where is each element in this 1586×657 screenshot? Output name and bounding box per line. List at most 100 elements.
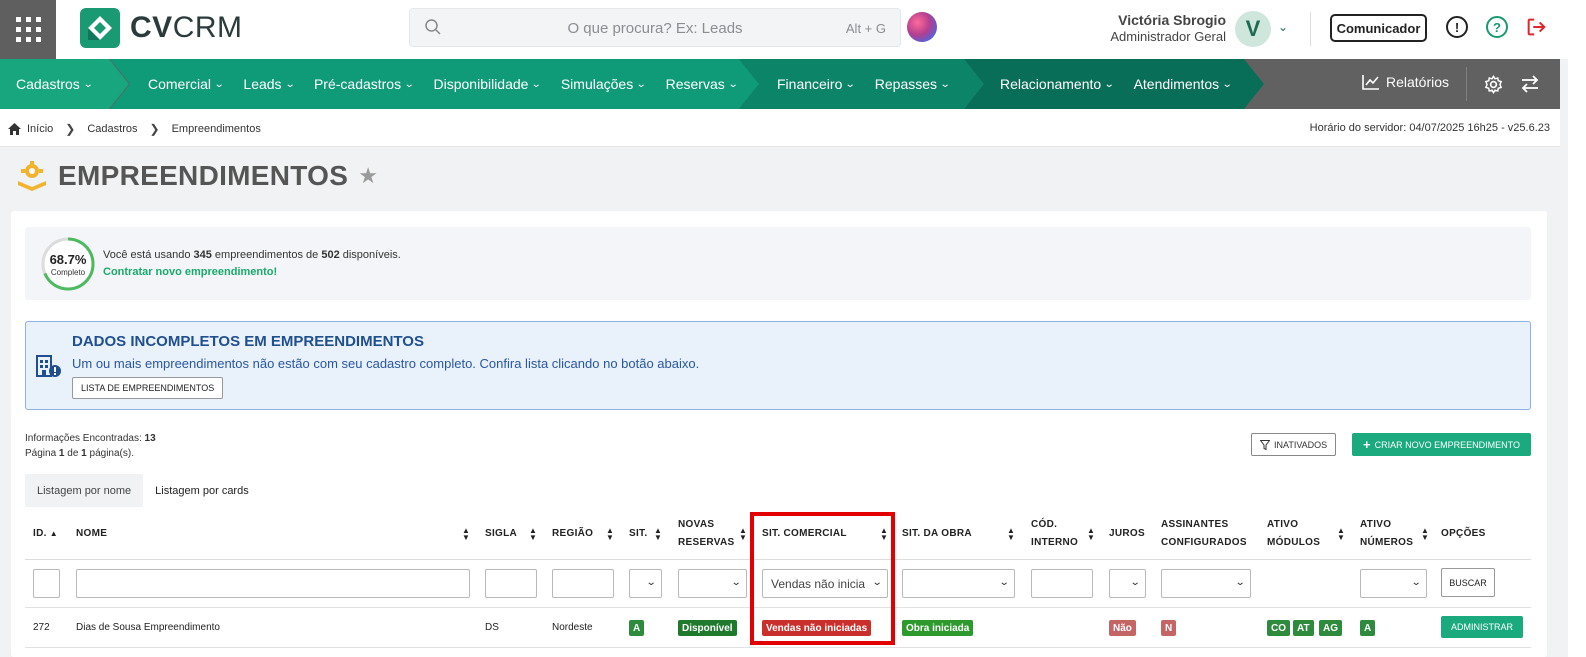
gear-icon[interactable]	[1484, 75, 1503, 94]
nav-atendimentos[interactable]: Atendimentos ⌄	[1134, 76, 1232, 92]
filter-sit-comercial-select[interactable]: Vendas não inicia ⌄	[762, 569, 888, 598]
sort-icon[interactable]: ▲ ▼	[1087, 527, 1095, 542]
chevron-down-icon[interactable]: ⌄	[1278, 20, 1288, 34]
filter-juros-select[interactable]: ⌄	[1109, 569, 1146, 598]
logo[interactable]: CVCRM	[80, 8, 243, 48]
sort-icon[interactable]: ▲ ▼	[606, 527, 614, 542]
col-ativo-numeros[interactable]: ATIVO NÚMEROS	[1360, 507, 1413, 560]
nav-disponibilidade[interactable]: Disponibilidade ⌄	[434, 76, 541, 92]
numeros-badge: A	[1360, 620, 1376, 636]
breadcrumb-empreendimentos: Empreendimentos	[171, 123, 261, 135]
nav-financeiro[interactable]: Financeiro ⌄	[777, 76, 855, 92]
user-info[interactable]: Victória Sbrogio Administrador Geral	[1100, 12, 1226, 44]
col-sit-comercial[interactable]: SIT. COMERCIAL	[762, 507, 847, 560]
sort-icon[interactable]: ▲ ▼	[1007, 527, 1015, 542]
col-assinantes: ASSINANTES CONFIGURADOS	[1161, 518, 1247, 548]
chevron-down-icon: ⌄	[82, 78, 94, 90]
usage-text: Você está usando 345 empreendimentos de …	[103, 249, 401, 261]
col-ativo-modulos[interactable]: ATIVO MÓDULOS	[1267, 507, 1320, 560]
create-project-button[interactable]: + CRIAR NOVO EMPREENDIMENTO	[1352, 433, 1531, 456]
status-badge: A	[629, 620, 645, 636]
inactive-filter-button[interactable]: INATIVADOS	[1251, 433, 1337, 456]
nav-pre-cadastros[interactable]: Pré-cadastros ⌄	[314, 76, 414, 92]
col-juros: JUROS	[1109, 527, 1145, 539]
assinantes-badge: N	[1161, 620, 1177, 636]
building-gear-icon	[18, 161, 46, 191]
nav-comercial[interactable]: Comercial ⌄	[148, 76, 223, 92]
col-sit[interactable]: SIT.	[629, 507, 647, 560]
col-sigla[interactable]: SIGLA	[485, 507, 517, 560]
module-badge-ag: AG	[1319, 620, 1342, 636]
sort-icon[interactable]: ▲ ▼	[880, 527, 888, 542]
col-id[interactable]: ID. ▲	[33, 507, 58, 560]
sit-obra-badge: Obra iniciada	[902, 620, 974, 636]
search-input[interactable]: O que procura? Ex: Leads Alt + G	[409, 8, 901, 47]
swap-icon[interactable]	[1520, 75, 1540, 93]
administrar-button[interactable]: ADMINISTRAR	[1441, 616, 1523, 638]
tab-list-by-cards[interactable]: Listagem por cards	[143, 474, 261, 507]
plus-icon: +	[1363, 437, 1371, 452]
filter-ativo-numeros-select[interactable]: ⌄	[1360, 569, 1427, 598]
sort-icon[interactable]: ▲ ▼	[654, 527, 662, 542]
main-nav: Cadastros ⌄ Comercial ⌄ Leads ⌄ Pré-cadastr…	[0, 59, 1560, 109]
filter-id-input[interactable]	[33, 569, 60, 598]
breadcrumb-inicio[interactable]: Início	[27, 123, 53, 135]
sort-icon[interactable]: ▲ ▼	[1337, 527, 1345, 542]
avatar[interactable]: V	[1235, 11, 1271, 47]
nav-reservas[interactable]: Reservas ⌄	[666, 76, 738, 92]
list-incomplete-button[interactable]: LISTA DE EMPREENDIMENTOS	[72, 377, 224, 399]
divider	[1466, 67, 1467, 101]
filter-sit-obra-select[interactable]: ⌄	[902, 569, 1015, 598]
search-shortcut: Alt + G	[845, 21, 886, 36]
search-button[interactable]: BUSCAR	[1441, 568, 1495, 597]
filter-sigla-input[interactable]	[485, 569, 537, 598]
logout-icon[interactable]	[1525, 16, 1547, 38]
scrollbar[interactable]	[1568, 0, 1586, 657]
contract-link[interactable]: Contratar novo empreendimento!	[103, 266, 277, 278]
sort-icon[interactable]: ▲ ▼	[462, 527, 470, 542]
server-time: Horário do servidor: 04/07/2025 16h25 - …	[1309, 122, 1550, 134]
favorite-star-icon[interactable]: ★	[358, 163, 378, 189]
nav-relatorios[interactable]: Relatórios	[1362, 74, 1449, 90]
building-alert-icon	[36, 355, 61, 377]
info-icon[interactable]: !	[1446, 16, 1468, 38]
sort-icon[interactable]: ▲ ▼	[739, 527, 747, 542]
sort-icon[interactable]: ▲ ▼	[529, 527, 537, 542]
col-regiao[interactable]: REGIÃO	[552, 507, 593, 560]
usage-percent: 68.7%	[49, 252, 87, 267]
chevron-down-icon: ⌄	[871, 577, 883, 588]
filter-sit-select[interactable]: ⌄	[629, 569, 662, 598]
nav-cadastros[interactable]: Cadastros ⌄	[16, 76, 92, 92]
nav-leads[interactable]: Leads ⌄	[243, 76, 294, 92]
sit-comercial-badge: Vendas não iniciadas	[762, 620, 872, 636]
alert-title: DADOS INCOMPLETOS EM EMPREENDIMENTOS	[72, 333, 424, 350]
chevron-down-icon: ⌄	[730, 577, 742, 588]
comunicador-button[interactable]: Comunicador	[1330, 14, 1427, 42]
filter-assinantes-select[interactable]: ⌄	[1161, 569, 1251, 598]
nav-simulacoes[interactable]: Simulações ⌄	[561, 76, 646, 92]
filter-novas-reservas-select[interactable]: ⌄	[678, 569, 747, 598]
home-icon[interactable]	[8, 123, 21, 135]
filter-regiao-input[interactable]	[552, 569, 614, 598]
logo-text: CVCRM	[130, 11, 243, 44]
help-icon[interactable]: ?	[1486, 16, 1508, 38]
col-sit-obra[interactable]: SIT. DA OBRA	[902, 507, 972, 560]
apps-menu-button[interactable]	[0, 0, 56, 59]
nav-relacionamento[interactable]: Relacionamento ⌄	[1000, 76, 1114, 92]
assistant-orb-icon[interactable]	[907, 12, 937, 42]
filter-nome-input[interactable]	[76, 569, 470, 598]
search-placeholder: O que procura? Ex: Leads	[567, 20, 743, 37]
chevron-down-icon: ⌄	[998, 577, 1010, 588]
novas-reservas-badge: Disponível	[678, 620, 737, 636]
sort-icon[interactable]: ▲ ▼	[1421, 527, 1429, 542]
filter-cod-interno-input[interactable]	[1031, 569, 1093, 598]
col-novas-reservas[interactable]: NOVAS RESERVAS	[678, 507, 735, 560]
col-cod-interno[interactable]: CÓD. INTERNO	[1031, 507, 1078, 560]
cell-sigla: DS	[485, 622, 499, 633]
breadcrumb-cadastros[interactable]: Cadastros	[87, 123, 137, 135]
col-nome[interactable]: NOME	[76, 507, 107, 560]
chevron-down-icon: ⌄	[1129, 577, 1141, 588]
nav-repasses[interactable]: Repasses ⌄	[875, 76, 950, 92]
table-header: ID. ▲ NOME ▲ ▼ SIGLA ▲ ▼ REGIÃO ▲ ▼ SIT. ▲ ▼ …	[25, 507, 1531, 560]
tab-list-by-name[interactable]: Listagem por nome	[25, 474, 144, 507]
